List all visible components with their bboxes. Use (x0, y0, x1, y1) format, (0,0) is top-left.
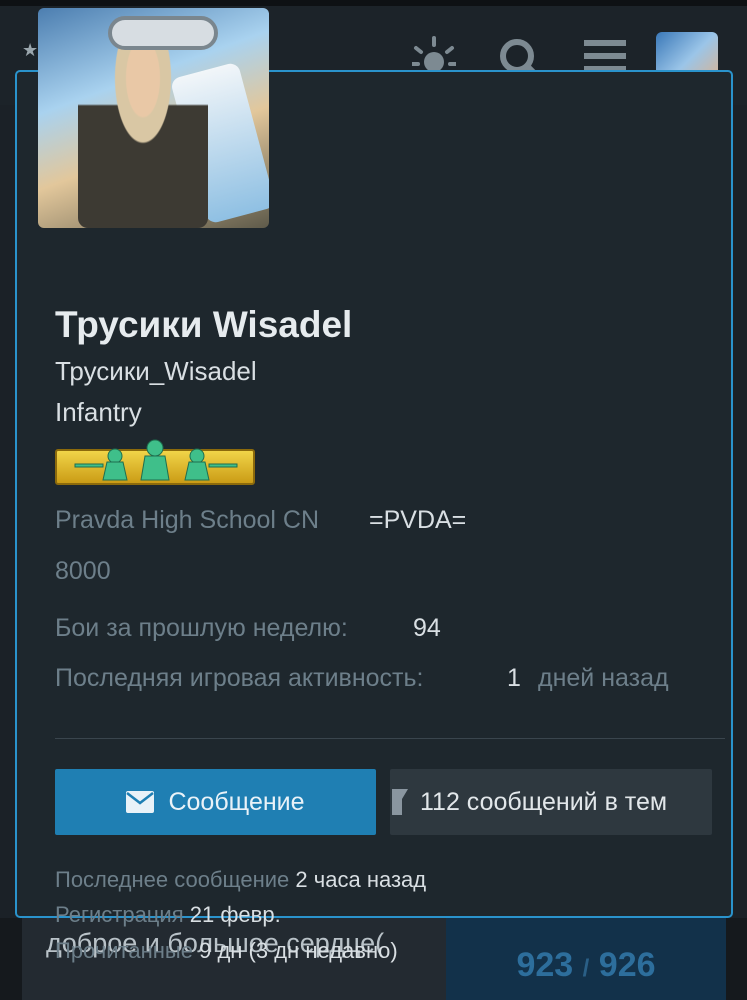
envelope-icon (126, 791, 155, 813)
battles-value: 94 (413, 614, 441, 642)
player-rating: 8000 (55, 557, 111, 585)
flag-icon (392, 789, 408, 815)
last-post-label: Последнее сообщение (55, 867, 290, 892)
avatar-figure (78, 28, 208, 228)
thread-posts-label: 112 сообщений в тем (420, 787, 668, 816)
page-counter[interactable]: 923 / 926 (446, 918, 726, 1000)
message-button-label: Сообщение (168, 787, 305, 816)
read-row: Прочитанные 9 дн (3 дн недавно) (55, 938, 398, 964)
last-post-row: Последнее сообщение 2 часа назад (55, 867, 426, 893)
counter-separator: / (582, 955, 590, 982)
activity-label-text: Последняя игровая активность (55, 664, 417, 692)
registered-value: 21 февр. (189, 902, 281, 927)
rank-badge-icon (55, 439, 255, 485)
counter-current: 923 (516, 946, 574, 984)
clan-tag: =PVDA= (369, 506, 467, 534)
read-label: Прочитанные (55, 938, 193, 963)
message-button[interactable]: Сообщение (55, 769, 376, 835)
last-post-value: 2 часа назад (295, 867, 427, 892)
battles-label: Бои за прошлую неделю: (55, 614, 348, 642)
display-name[interactable]: Трусики Wisadel (55, 304, 352, 346)
thread-posts-button[interactable]: 112 сообщений в тем (390, 769, 712, 835)
registered-label: Регистрация (55, 902, 184, 927)
activity-label: Последняя игровая активность: (55, 664, 424, 692)
divider (55, 738, 725, 739)
star-icon[interactable]: ★ (22, 40, 38, 61)
activity-unit: дней назад (538, 664, 669, 692)
registered-row: Регистрация 21 февр. (55, 902, 281, 928)
user-role: Infantry (55, 397, 142, 427)
activity-value: 1 (507, 664, 521, 692)
avatar-goggles (108, 16, 218, 50)
read-value: 9 дн (3 дн недавно) (199, 938, 398, 963)
battles-label-text: Бои за прошлую неделю (55, 614, 341, 642)
profile-avatar[interactable] (38, 8, 269, 228)
clan-name-link[interactable]: Pravda High School CN (55, 506, 319, 535)
username: Трусики_Wisadel (55, 356, 257, 386)
counter-total: 926 (598, 946, 656, 984)
